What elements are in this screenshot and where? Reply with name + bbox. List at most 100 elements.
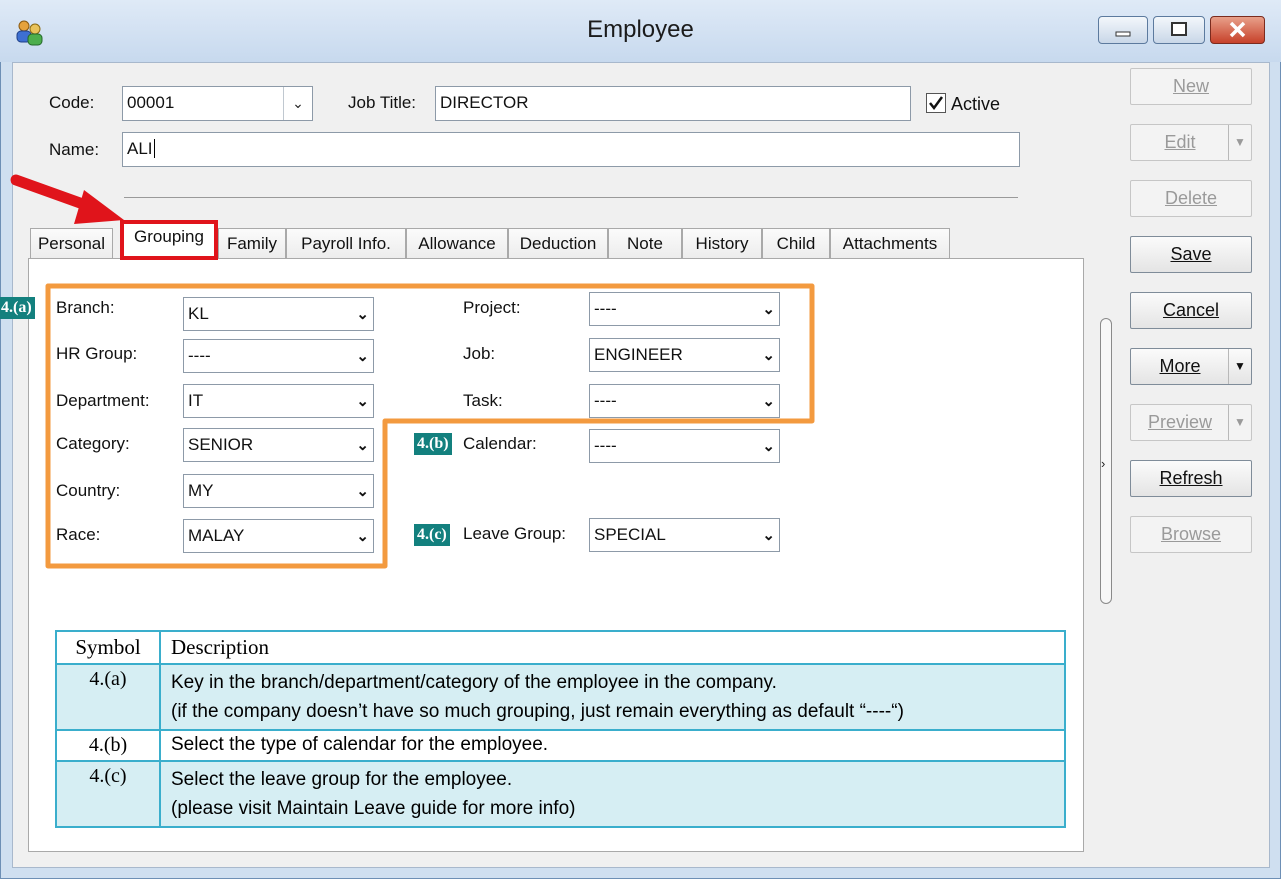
hrgroup-label: HR Group: [56, 344, 138, 363]
country-label: Country: [56, 481, 121, 500]
branch-dropdown[interactable]: KL ⌄ [183, 297, 374, 331]
code-label: Code: [49, 93, 95, 112]
hrgroup-value: ---- [188, 346, 211, 365]
legend-description-line: Select the type of calendar for the empl… [171, 734, 549, 755]
name-input[interactable]: ALI​ [122, 132, 1020, 167]
department-label: Department: [56, 391, 150, 410]
chevron-down-icon[interactable]: ⌄ [356, 482, 369, 500]
chevron-down-icon[interactable]: ⌄ [356, 527, 369, 545]
department-dropdown[interactable]: IT ⌄ [183, 384, 374, 418]
edit-button[interactable]: Edit ▼ [1130, 124, 1252, 161]
chevron-down-icon[interactable]: ⌄ [762, 300, 775, 318]
tab-attachments[interactable]: Attachments [830, 228, 950, 259]
chevron-down-icon[interactable]: ⌄ [356, 392, 369, 410]
race-label: Race: [56, 525, 101, 544]
legend-symbol: 4.(a) [55, 663, 161, 731]
save-button-label: Save [1170, 244, 1212, 264]
task-value: ---- [594, 391, 617, 410]
preview-button[interactable]: Preview ▼ [1130, 404, 1252, 441]
badge-4a: 4.(a) [0, 297, 35, 319]
legend-description-line: Key in the branch/department/category of… [171, 672, 777, 693]
chevron-down-icon[interactable]: ⌄ [356, 305, 369, 323]
maximize-button[interactable] [1153, 16, 1205, 44]
country-dropdown[interactable]: MY ⌄ [183, 474, 374, 508]
cancel-button[interactable]: Cancel [1130, 292, 1252, 329]
tab-grouping[interactable]: Grouping [120, 220, 218, 260]
legend-header-symbol: Symbol [55, 630, 161, 665]
project-dropdown[interactable]: ---- ⌄ [589, 292, 780, 326]
branch-label: Branch: [56, 298, 115, 317]
race-dropdown[interactable]: MALAY ⌄ [183, 519, 374, 553]
close-button[interactable] [1210, 16, 1265, 44]
dropdown-arrow-icon[interactable]: ▼ [1228, 125, 1251, 160]
calendar-dropdown[interactable]: ---- ⌄ [589, 429, 780, 463]
tab-allowance[interactable]: Allowance [406, 228, 508, 259]
task-dropdown[interactable]: ---- ⌄ [589, 384, 780, 418]
leavegroup-value: SPECIAL [594, 525, 666, 544]
badge-4c: 4.(c) [414, 524, 450, 546]
legend-description: Select the type of calendar for the empl… [159, 729, 1066, 762]
legend-description-line: (if the company doesn’t have so much gro… [171, 701, 904, 722]
chevron-down-icon[interactable]: ⌄ [356, 436, 369, 454]
minimize-icon [1115, 31, 1131, 37]
leavegroup-dropdown[interactable]: SPECIAL ⌄ [589, 518, 780, 552]
active-checkbox[interactable] [926, 93, 946, 113]
legend-table: Symbol Description 4.(a) Key in the bran… [55, 630, 1066, 828]
new-button[interactable]: New [1130, 68, 1252, 105]
legend-row: 4.(a) Key in the branch/department/categ… [55, 663, 1066, 731]
red-arrow-annotation [10, 174, 124, 224]
browse-button-label: Browse [1160, 524, 1222, 544]
chevron-down-icon[interactable]: ⌄ [762, 526, 775, 544]
tab-personal[interactable]: Personal [30, 228, 113, 259]
tab-note[interactable]: Note [608, 228, 682, 259]
window-title: Employee [587, 16, 694, 43]
more-button-label: More [1159, 356, 1201, 376]
dropdown-arrow-icon[interactable]: ▼ [1228, 405, 1251, 440]
browse-button[interactable]: Browse [1130, 516, 1252, 553]
job-value: ENGINEER [594, 345, 683, 364]
legend-description-line: (please visit Maintain Leave guide for m… [171, 798, 576, 819]
refresh-button-label: Refresh [1159, 468, 1223, 488]
hrgroup-dropdown[interactable]: ---- ⌄ [183, 339, 374, 373]
code-combobox[interactable]: 00001 ⌄ [122, 86, 313, 121]
tab-child[interactable]: Child [762, 228, 830, 259]
legend-description: Select the leave group for the employee.… [159, 760, 1066, 828]
project-label: Project: [463, 298, 521, 317]
legend-description-line: Select the leave group for the employee. [171, 769, 513, 790]
text-cursor: ​ [153, 139, 155, 158]
job-label: Job: [463, 344, 496, 363]
chevron-down-icon[interactable]: ⌄ [762, 437, 775, 455]
job-dropdown[interactable]: ENGINEER ⌄ [589, 338, 780, 372]
save-button[interactable]: Save [1130, 236, 1252, 273]
tab-history[interactable]: History [682, 228, 762, 259]
delete-button-label: Delete [1164, 188, 1218, 208]
tab-deduction[interactable]: Deduction [508, 228, 608, 259]
chevron-down-icon[interactable]: ⌄ [356, 347, 369, 365]
legend-header-description: Description [159, 630, 1066, 665]
category-dropdown[interactable]: SENIOR ⌄ [183, 428, 374, 462]
chevron-down-icon[interactable]: ⌄ [762, 346, 775, 364]
chevron-right-icon[interactable]: › [1101, 456, 1105, 471]
more-button[interactable]: More ▼ [1130, 348, 1252, 385]
code-value: 00001 [127, 93, 175, 112]
tab-payroll-info[interactable]: Payroll Info. [286, 228, 406, 259]
job-title-label: Job Title: [348, 93, 417, 112]
maximize-icon [1171, 22, 1187, 36]
category-value: SENIOR [188, 435, 254, 454]
dropdown-arrow-icon[interactable]: ▼ [1228, 349, 1251, 384]
active-label: Active [951, 94, 1001, 114]
refresh-button[interactable]: Refresh [1130, 460, 1252, 497]
tab-family[interactable]: Family [218, 228, 286, 259]
chevron-down-icon[interactable]: ⌄ [283, 87, 312, 120]
delete-button[interactable]: Delete [1130, 180, 1252, 217]
separator-line [124, 197, 1018, 198]
branch-value: KL [188, 304, 209, 323]
chevron-down-icon[interactable]: ⌄ [762, 392, 775, 410]
edit-button-label: Edit [1164, 132, 1196, 152]
name-value: ALI [127, 139, 153, 158]
job-title-input[interactable]: DIRECTOR [435, 86, 911, 121]
minimize-button[interactable] [1098, 16, 1148, 44]
checkmark-icon [929, 96, 944, 111]
calendar-label: Calendar: [463, 434, 537, 453]
legend-header-row: Symbol Description [55, 630, 1066, 665]
